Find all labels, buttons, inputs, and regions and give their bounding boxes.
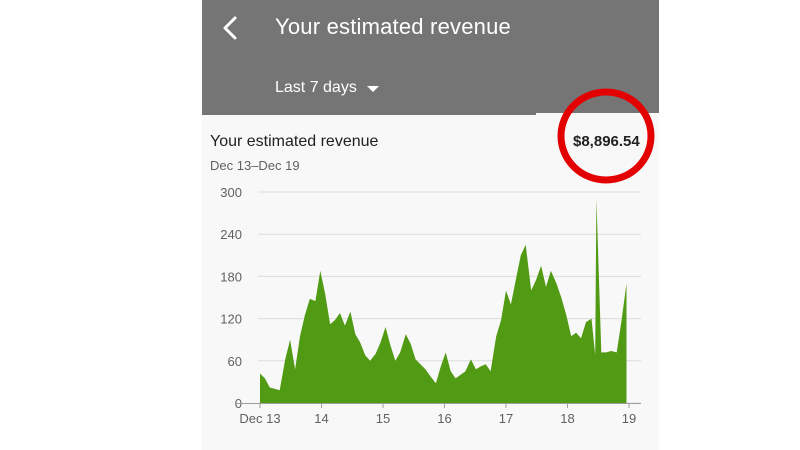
caret-down-icon [366, 86, 379, 92]
x-tick-label: 15 [376, 411, 390, 426]
y-tick-label: 60 [228, 354, 242, 369]
revenue-total: $8,896.54 [573, 133, 640, 150]
date-range-label: Last 7 days [275, 79, 357, 96]
tab-indicator [536, 113, 659, 115]
revenue-area [260, 199, 627, 403]
revenue-chart: 060120180240300Dec 13 14 15 16 17 18 19 [220, 185, 641, 426]
back-button[interactable] [212, 10, 248, 46]
x-tick-label: 19 [622, 411, 636, 426]
card-date-span: Dec 13–Dec 19 [210, 158, 300, 173]
page-title: Your estimated revenue [275, 14, 511, 39]
x-tick-label: 17 [499, 411, 513, 426]
x-tick-label: 14 [314, 411, 328, 426]
x-tick-label: 18 [560, 411, 574, 426]
y-tick-label: 300 [220, 185, 242, 200]
y-tick-label: 120 [220, 312, 242, 327]
date-range-dropdown[interactable]: Last 7 days [275, 76, 379, 100]
arrow-back-icon [223, 16, 237, 40]
y-tick-label: 180 [220, 269, 242, 284]
phone-screen: Your estimated revenue Last 7 days Your … [202, 0, 659, 450]
x-tick-label: Dec 13 [239, 411, 280, 426]
y-tick-label: 240 [220, 227, 242, 242]
app-bar: Your estimated revenue Last 7 days [202, 0, 659, 115]
x-tick-label: 16 [437, 411, 451, 426]
card-title: Your estimated revenue [210, 133, 379, 150]
